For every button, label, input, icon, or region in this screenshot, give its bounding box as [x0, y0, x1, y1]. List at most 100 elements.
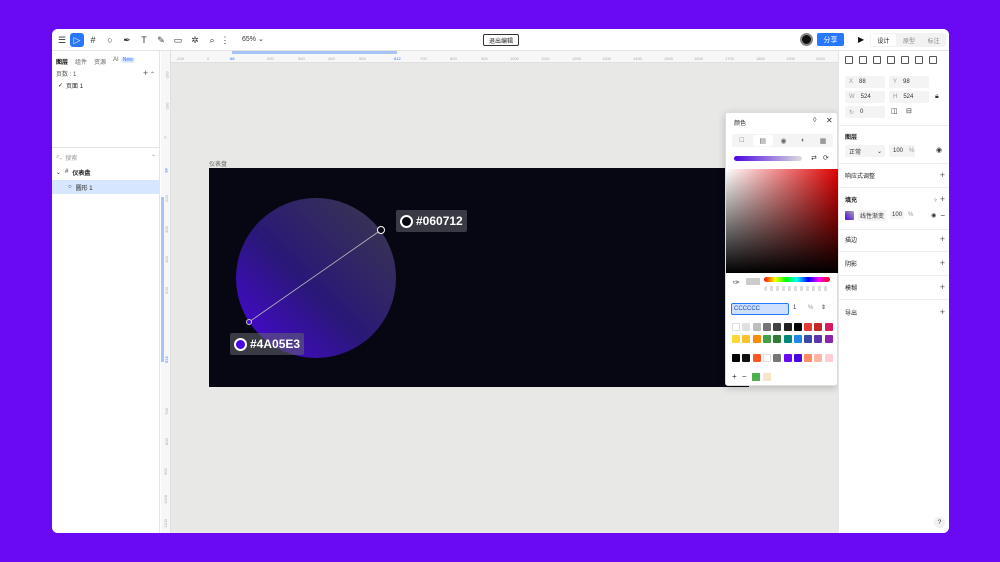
distribute-icon[interactable] [929, 56, 937, 64]
menu-icon[interactable]: ☰ [55, 33, 69, 47]
hex-input[interactable]: CCCCCC [731, 303, 789, 315]
swap-icon[interactable]: ⇄ [811, 154, 817, 162]
share-button[interactable]: 分享 [817, 33, 844, 46]
eye-icon[interactable]: ◉ [936, 146, 942, 154]
x-field[interactable]: X 88 [845, 76, 885, 88]
add-export-icon[interactable]: + [940, 307, 945, 317]
help-button[interactable]: ? [934, 517, 945, 528]
color-swatch[interactable] [742, 335, 751, 343]
rotation-field[interactable]: ↻ 0 [845, 106, 885, 118]
solid-fill-icon[interactable]: □ [732, 134, 752, 147]
add-responsive-icon[interactable]: + [940, 170, 945, 180]
layer-opacity-field[interactable]: 100% [889, 145, 915, 157]
fill-row[interactable]: 线性渐变 100 % ◉ − [845, 209, 945, 221]
color-swatch[interactable] [752, 354, 761, 362]
collapse-layers-icon[interactable]: ⌃ [151, 154, 156, 161]
zoom-dropdown[interactable]: 65% ⌄ [242, 35, 264, 43]
blur-section[interactable]: 模糊 + [845, 281, 945, 293]
blend-mode-select[interactable]: 正常 ⌄ [845, 145, 885, 157]
remove-color-icon[interactable]: − [742, 372, 747, 381]
layer-search[interactable]: ⌕⌄ 搜索 ⌃ [56, 151, 156, 163]
color-swatch[interactable] [762, 323, 771, 331]
remove-fill-icon[interactable]: − [940, 211, 945, 220]
color-swatch[interactable] [762, 354, 771, 362]
fill-swatch[interactable] [845, 210, 854, 220]
stop-end-tag[interactable]: #060712 [396, 210, 467, 232]
radial-gradient-icon[interactable]: ◉ [774, 134, 794, 147]
color-swatch[interactable] [732, 335, 740, 343]
tab-ai[interactable]: AI New [113, 57, 135, 67]
align-right-icon[interactable] [873, 56, 881, 64]
fill-style-icon[interactable]: ⁘ [933, 198, 938, 204]
close-icon[interactable]: ✕ [826, 116, 833, 125]
export-section[interactable]: 导出 + [845, 306, 945, 318]
color-swatch[interactable] [814, 335, 823, 343]
align-center-h-icon[interactable] [859, 56, 867, 64]
color-swatch[interactable] [824, 335, 833, 343]
responsive-section[interactable]: 响应式调整 + [845, 169, 945, 181]
color-swatch[interactable] [804, 323, 813, 331]
add-shadow-icon[interactable]: + [940, 258, 945, 268]
color-swatch[interactable] [762, 335, 771, 343]
add-blur-icon[interactable]: + [940, 282, 945, 292]
align-top-icon[interactable] [887, 56, 895, 64]
recent-swatch[interactable] [751, 372, 760, 381]
layer-item-dashboard[interactable]: ⌄ # 仪表盘 [52, 165, 159, 179]
color-swatch[interactable] [773, 354, 782, 362]
page-item[interactable]: ✓ 页面 1 [52, 79, 159, 91]
pen-tool-icon[interactable]: ✒ [120, 33, 134, 47]
color-swatch[interactable] [732, 354, 740, 362]
linear-gradient-icon[interactable]: ▤ [752, 135, 773, 146]
plugin-tool-icon[interactable]: ✲ [188, 33, 202, 47]
color-swatch[interactable] [793, 354, 802, 362]
user-avatar[interactable] [800, 33, 813, 46]
layer-item-circle[interactable]: ○ 圆形 1 [52, 180, 159, 194]
color-swatch[interactable] [814, 323, 823, 331]
color-swatch[interactable] [732, 323, 740, 331]
recent-swatch[interactable] [762, 372, 771, 381]
width-field[interactable]: W 524 [845, 91, 885, 103]
play-icon[interactable]: ▶ [858, 35, 864, 44]
flip-vertical-icon[interactable]: ⊟ [906, 107, 912, 115]
hue-slider[interactable] [764, 277, 830, 282]
more-icon[interactable]: ⋮ [218, 33, 232, 47]
color-swatch[interactable] [742, 323, 751, 331]
color-swatch[interactable] [814, 354, 823, 362]
align-left-icon[interactable] [845, 56, 853, 64]
text-tool-icon[interactable]: T [137, 33, 151, 47]
search-tool-icon[interactable]: ⌕ [205, 33, 219, 47]
dashboard-frame[interactable]: #060712 #4A05E3 [209, 168, 749, 387]
angular-gradient-icon[interactable]: ◐ [793, 134, 813, 147]
ellipse-tool-icon[interactable]: ○ [103, 33, 117, 47]
fill-eye-icon[interactable]: ◉ [931, 212, 936, 219]
color-swatch[interactable] [783, 335, 792, 343]
stroke-section[interactable]: 描边 + [845, 233, 945, 245]
color-swatch[interactable] [783, 354, 792, 362]
mode-tab-prototype[interactable]: 原型 [897, 33, 922, 47]
add-fill-icon[interactable]: + [940, 194, 945, 204]
search-input[interactable]: 搜索 [65, 153, 77, 162]
color-swatch[interactable] [752, 335, 761, 343]
gradient-stops-bar[interactable] [734, 156, 802, 161]
color-swatch[interactable] [793, 323, 802, 331]
stepper-icon[interactable]: ⇕ [821, 305, 826, 311]
select-tool-icon[interactable]: ▷ [70, 33, 84, 47]
color-swatch[interactable] [804, 354, 813, 362]
align-bottom-icon[interactable] [915, 56, 923, 64]
color-swatch[interactable] [773, 323, 782, 331]
color-swatch[interactable] [793, 335, 802, 343]
lock-ratio-icon[interactable]: 🔒︎ [935, 93, 939, 101]
color-swatch[interactable] [824, 323, 833, 331]
color-swatch[interactable] [804, 335, 813, 343]
eyedropper-icon[interactable]: ✑ [733, 278, 740, 287]
color-swatch[interactable] [773, 335, 782, 343]
exit-edit-button[interactable]: 退出编辑 [483, 34, 519, 46]
saturation-value-area[interactable] [726, 169, 839, 273]
fill-opacity-value[interactable]: 100 [890, 211, 905, 219]
tab-layers[interactable]: 图层 [56, 57, 68, 67]
mode-tab-design[interactable]: 设计 [871, 34, 896, 46]
color-swatch[interactable] [783, 323, 792, 331]
height-field[interactable]: H 524 [889, 91, 929, 103]
pencil-tool-icon[interactable]: ✎ [154, 33, 168, 47]
comment-tool-icon[interactable]: ▭ [171, 33, 185, 47]
